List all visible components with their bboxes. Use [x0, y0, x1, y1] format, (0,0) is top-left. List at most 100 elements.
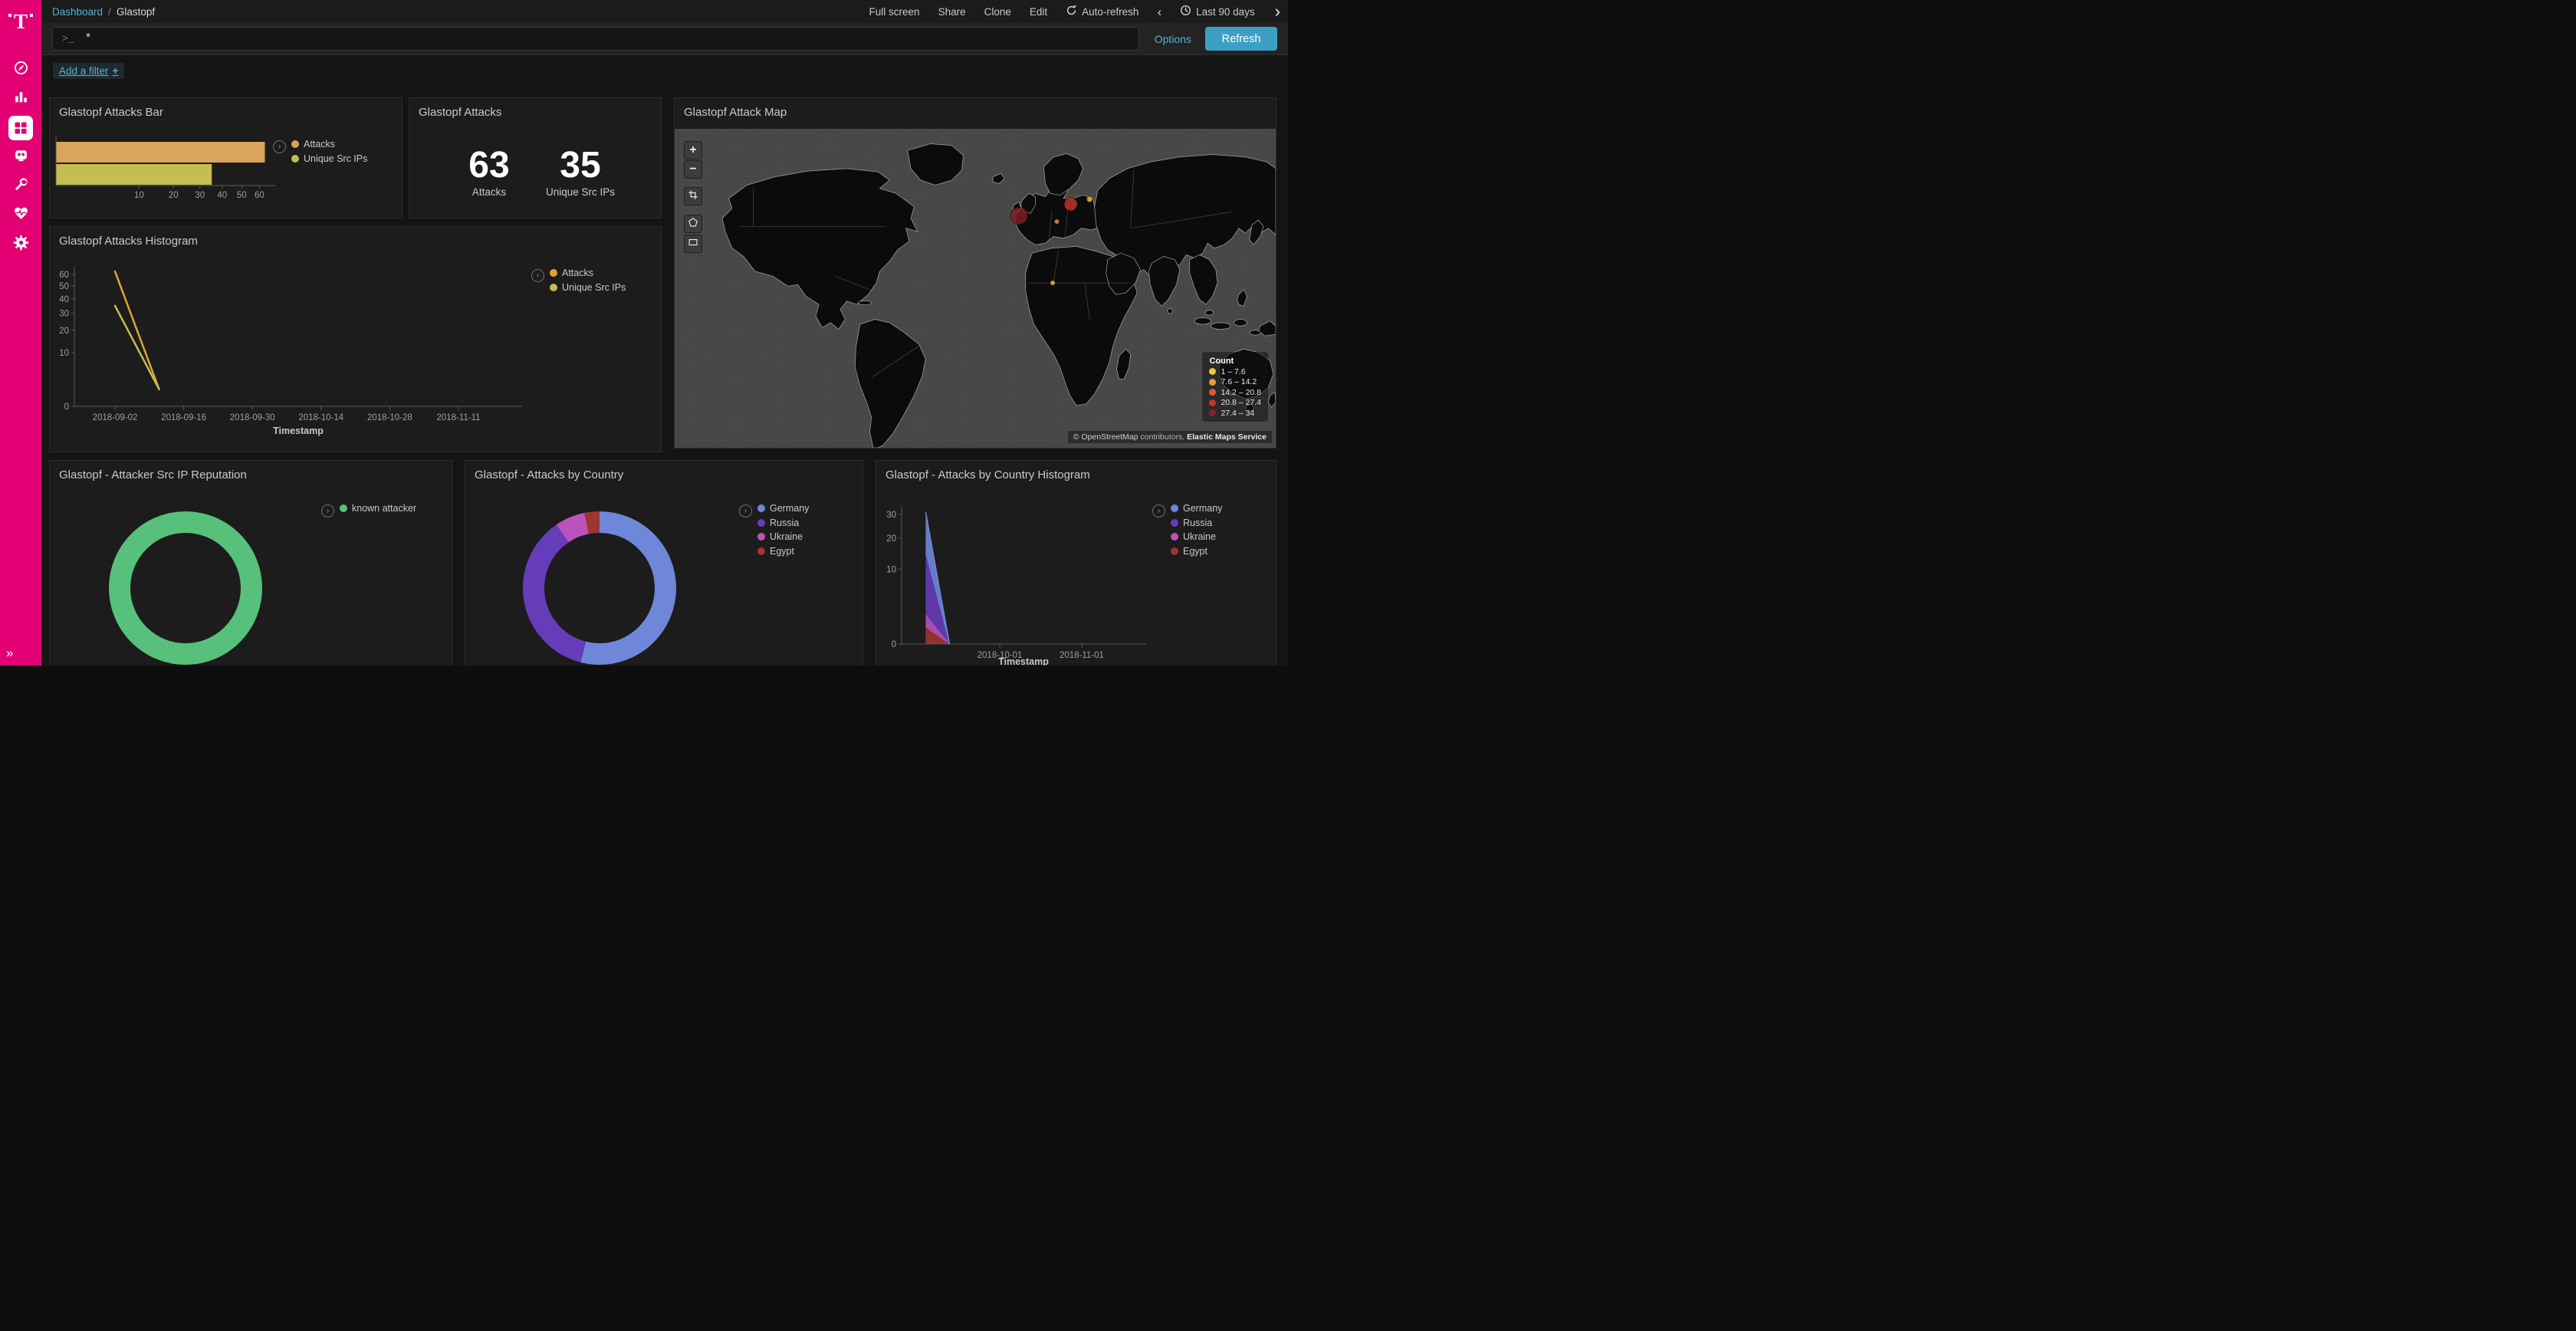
- breadcrumb-dashboard-link[interactable]: Dashboard: [52, 6, 103, 18]
- legend-item[interactable]: Germany: [757, 504, 809, 514]
- legend-toggle[interactable]: ›: [1152, 504, 1165, 518]
- svg-text:2018-11-01: 2018-11-01: [1060, 651, 1104, 660]
- metric-attacks: 63 Attacks: [455, 147, 523, 198]
- svg-text:20: 20: [59, 327, 69, 336]
- legend-item[interactable]: Unique Src IPs: [550, 283, 626, 293]
- panel-title: Glastopf Attacks Bar: [50, 98, 402, 123]
- chart-legend: › Attacks Unique Src IPs: [273, 140, 367, 168]
- legend-label: Ukraine: [770, 532, 803, 542]
- time-forward-button[interactable]: ›: [1275, 3, 1280, 20]
- query-options-link[interactable]: Options: [1155, 33, 1191, 45]
- svg-text:60: 60: [59, 271, 69, 280]
- wrench-icon: [13, 176, 29, 196]
- zoom-out-button[interactable]: −: [684, 160, 702, 179]
- panel-title: Glastopf Attacks: [409, 98, 661, 123]
- svg-text:2018-09-02: 2018-09-02: [93, 413, 138, 422]
- svg-text:2018-10-28: 2018-10-28: [367, 413, 412, 422]
- map-count-legend: Count 1 – 7.67.6 – 14.214.2 – 20.820.8 –…: [1202, 352, 1268, 422]
- elastic-maps-service-link[interactable]: Elastic Maps Service: [1187, 432, 1267, 442]
- polygon-icon: [688, 217, 698, 232]
- legend-item[interactable]: Egypt: [1171, 547, 1222, 557]
- map-legend-range: 20.8 – 27.4: [1221, 399, 1261, 407]
- clone-button[interactable]: Clone: [984, 6, 1011, 18]
- sidebar-item-visualize[interactable]: [0, 84, 41, 113]
- telekom-logo[interactable]: T: [0, 0, 41, 43]
- panel-attacks-metric: Glastopf Attacks 63 Attacks 35 Unique Sr…: [409, 97, 662, 219]
- legend-label: Ukraine: [1183, 532, 1216, 542]
- query-value: *: [85, 33, 92, 45]
- legend-color-dot: [757, 519, 765, 527]
- panel-attacks-bar: Glastopf Attacks Bar 102030405060 › Atta…: [49, 97, 402, 219]
- legend-item[interactable]: Ukraine: [757, 532, 809, 542]
- metric-value: 63: [455, 147, 523, 184]
- zoom-in-button[interactable]: +: [684, 141, 702, 159]
- legend-toggle[interactable]: ›: [739, 504, 752, 518]
- crop-tool-button[interactable]: [684, 187, 702, 205]
- legend-toggle[interactable]: ›: [531, 269, 544, 282]
- svg-text:10: 10: [59, 349, 69, 358]
- legend-item[interactable]: Ukraine: [1171, 532, 1222, 542]
- legend-label: Unique Src IPs: [304, 154, 367, 164]
- refresh-button[interactable]: Refresh: [1205, 27, 1277, 51]
- time-range-button[interactable]: Last 90 days: [1180, 5, 1255, 18]
- sidebar-item-management[interactable]: [0, 230, 41, 259]
- legend-item[interactable]: Unique Src IPs: [291, 154, 367, 164]
- query-bar: >_ * Options Refresh: [41, 23, 1288, 55]
- legend-label: Egypt: [1183, 547, 1208, 557]
- legend-item[interactable]: known attacker: [340, 504, 416, 514]
- svg-text:60: 60: [255, 191, 264, 200]
- map-legend-range: 7.6 – 14.2: [1221, 378, 1257, 386]
- legend-item[interactable]: Attacks: [291, 140, 367, 150]
- legend-item[interactable]: Egypt: [757, 547, 809, 557]
- time-back-button[interactable]: ‹: [1157, 5, 1162, 18]
- svg-text:30: 30: [195, 191, 205, 200]
- edit-button[interactable]: Edit: [1030, 6, 1047, 18]
- legend-item[interactable]: Attacks: [550, 268, 626, 278]
- metric-label: Attacks: [455, 186, 523, 198]
- country-donut-chart: [465, 461, 863, 666]
- gear-icon: [13, 235, 29, 255]
- legend-color-dot: [1171, 504, 1178, 512]
- panel-title: Glastopf - Attacker Src IP Reputation: [50, 461, 452, 486]
- world-map: [675, 129, 1276, 448]
- rectangle-tool-button[interactable]: [684, 235, 702, 253]
- map-legend-range: 14.2 – 20.8: [1221, 389, 1261, 397]
- compass-icon: [13, 60, 29, 80]
- map-legend-row: 1 – 7.6: [1209, 368, 1261, 376]
- plus-icon: +: [113, 65, 119, 77]
- legend-item[interactable]: Russia: [757, 518, 809, 528]
- legend-color-dot: [757, 533, 765, 541]
- legend-label: Germany: [1183, 504, 1222, 514]
- sidebar-collapse-button[interactable]: »: [0, 646, 48, 661]
- chart-legend: › Attacks Unique Src IPs: [531, 268, 626, 297]
- sidebar-item-dev-tools[interactable]: [0, 172, 41, 201]
- sidebar-item-discover[interactable]: [0, 55, 41, 84]
- svg-text:0: 0: [892, 640, 896, 649]
- reputation-donut-chart: [50, 461, 452, 666]
- search-query-input[interactable]: >_ *: [52, 27, 1139, 51]
- map-legend-range: 27.4 – 34: [1221, 409, 1254, 418]
- legend-item[interactable]: Germany: [1171, 504, 1222, 514]
- sidebar-item-timelion[interactable]: [0, 143, 41, 172]
- sidebar-item-dashboard[interactable]: [0, 113, 41, 143]
- legend-toggle[interactable]: ›: [273, 140, 286, 153]
- map-legend-range: 1 – 7.6: [1221, 368, 1245, 376]
- chart-legend: › known attacker: [321, 504, 416, 518]
- legend-toggle[interactable]: ›: [321, 504, 334, 518]
- crop-icon: [688, 189, 698, 204]
- kibana-dashboard-screen: T »: [0, 0, 1288, 666]
- add-filter-button[interactable]: Add a filter+: [53, 63, 124, 79]
- heartbeat-icon: [13, 205, 29, 225]
- share-button[interactable]: Share: [938, 6, 966, 18]
- mask-icon: [13, 147, 29, 167]
- legend-item[interactable]: Russia: [1171, 518, 1222, 528]
- chart-legend: › Germany Russia Ukraine Egypt: [1152, 504, 1222, 560]
- map-canvas[interactable]: + − Count 1 – 7.67.6 – 14.214.2 – 20.820…: [675, 129, 1276, 448]
- openstreetmap-link[interactable]: © OpenStreetMap: [1073, 432, 1138, 442]
- full-screen-button[interactable]: Full screen: [869, 6, 920, 18]
- sidebar-item-monitoring[interactable]: [0, 201, 41, 230]
- svg-text:2018-09-16: 2018-09-16: [161, 413, 206, 422]
- auto-refresh-button[interactable]: Auto-refresh: [1066, 5, 1138, 18]
- polygon-tool-button[interactable]: [684, 215, 702, 233]
- panel-country-histogram: Glastopf - Attacks by Country Histogram …: [876, 460, 1276, 666]
